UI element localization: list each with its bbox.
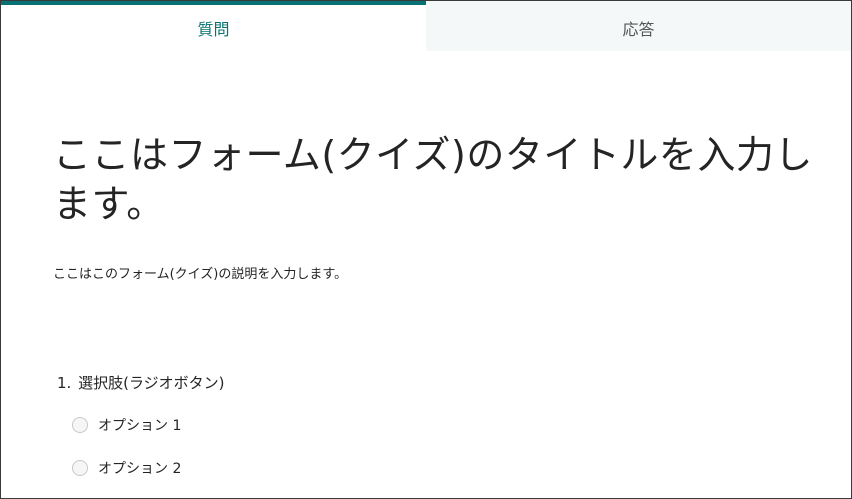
radio-button[interactable]: [72, 417, 88, 433]
form-description[interactable]: ここはこのフォーム(クイズ)の説明を入力します。: [53, 263, 851, 282]
question-card[interactable]: 1. 選択肢(ラジオボタン) オプション 1 オプション 2: [53, 372, 851, 479]
tab-bar: 質問 応答: [1, 1, 851, 51]
radio-button[interactable]: [72, 460, 88, 476]
option-1[interactable]: オプション 1: [72, 414, 851, 436]
question-title: 1. 選択肢(ラジオボタン): [57, 372, 851, 393]
option-label: オプション 1: [98, 418, 182, 434]
option-label: オプション 2: [98, 461, 182, 477]
question-label: 選択肢(ラジオボタン): [78, 374, 225, 392]
tab-questions[interactable]: 質問: [1, 1, 426, 51]
form-editor-window: 質問 応答 ここはフォーム(クイズ)のタイトルを入力します。 ここはこのフォーム…: [0, 0, 852, 499]
option-list: オプション 1 オプション 2: [53, 414, 851, 479]
form-content: ここはフォーム(クイズ)のタイトルを入力します。 ここはこのフォーム(クイズ)の…: [1, 131, 851, 479]
tab-responses[interactable]: 応答: [426, 1, 851, 51]
question-number: 1.: [57, 374, 72, 392]
option-2[interactable]: オプション 2: [72, 457, 851, 479]
form-title[interactable]: ここはフォーム(クイズ)のタイトルを入力します。: [53, 131, 813, 229]
